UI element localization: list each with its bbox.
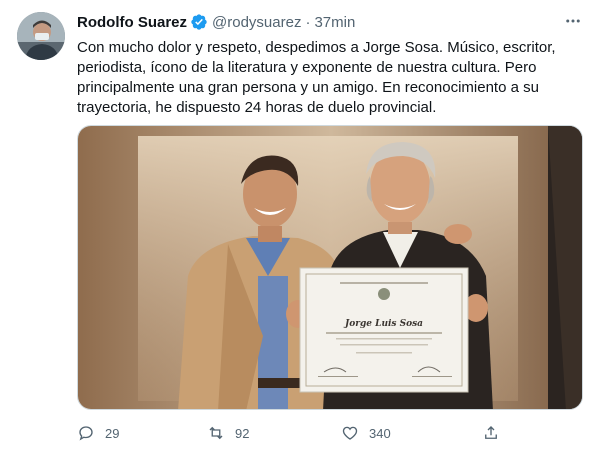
avatar[interactable] bbox=[17, 12, 65, 60]
retweet-count: 92 bbox=[235, 425, 250, 441]
tweet[interactable]: Rodolfo Suarez @rodysuarez · 37min Con m… bbox=[0, 0, 605, 453]
retweet-button[interactable]: 92 bbox=[207, 422, 249, 444]
tweet-actions: 29 92 340 bbox=[77, 422, 507, 444]
share-button[interactable] bbox=[482, 422, 500, 444]
tweet-text-line: principalmente una gran persona y un ami… bbox=[77, 79, 539, 96]
like-icon bbox=[342, 426, 358, 440]
separator-dot: · bbox=[305, 13, 311, 31]
author-handle[interactable]: @rodysuarez bbox=[212, 14, 301, 31]
timestamp[interactable]: 37min bbox=[314, 14, 355, 31]
author-name[interactable]: Rodolfo Suarez bbox=[77, 14, 187, 31]
certificate-name: Jorge Luis Sosa bbox=[343, 319, 423, 329]
avatar-photo bbox=[17, 12, 65, 60]
like-button[interactable]: 340 bbox=[341, 422, 391, 444]
tweet-header: Rodolfo Suarez @rodysuarez · 37min bbox=[77, 12, 355, 32]
tweet-text-line: trayectoria, he dispuesto 24 horas de du… bbox=[77, 99, 437, 116]
retweet-icon bbox=[209, 426, 223, 440]
share-icon bbox=[485, 426, 497, 439]
more-icon bbox=[566, 19, 580, 23]
reply-icon bbox=[79, 426, 93, 441]
reply-button[interactable]: 29 bbox=[77, 422, 119, 444]
tweet-text: Con mucho dolor y respeto, despedimos a … bbox=[77, 38, 577, 118]
verified-badge-icon bbox=[190, 13, 208, 31]
like-count: 340 bbox=[369, 425, 391, 441]
photo-illustration: Jorge Luis Sosa bbox=[78, 126, 582, 409]
reply-count: 29 bbox=[105, 425, 120, 441]
more-options-button[interactable] bbox=[560, 10, 586, 32]
tweet-text-line: periodista, ícono de la literatura y exp… bbox=[77, 59, 537, 76]
tweet-photo[interactable]: Jorge Luis Sosa bbox=[77, 125, 583, 410]
tweet-text-line: Con mucho dolor y respeto, despedimos a … bbox=[77, 39, 556, 56]
